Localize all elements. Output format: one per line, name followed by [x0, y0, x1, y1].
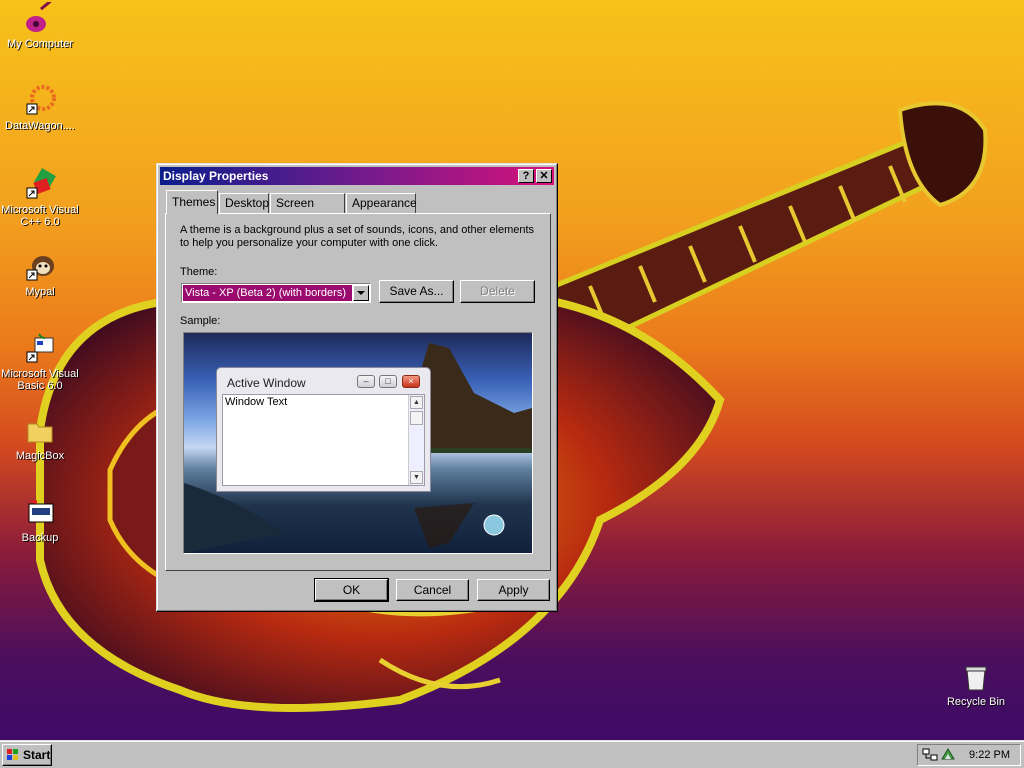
clock[interactable]: 9:22 PM: [969, 749, 1010, 761]
start-label: Start: [23, 748, 51, 762]
scroll-up-icon: ▲: [410, 396, 423, 409]
preview-window-text: Window Text: [225, 396, 288, 408]
desktop-icon-label: DataWagon....: [5, 120, 75, 132]
theme-label: Theme:: [180, 266, 218, 278]
dialog-title: Display Properties: [163, 169, 269, 183]
mypal-shortcut-icon: [23, 250, 57, 284]
preview-window-title: Active Window: [227, 376, 306, 390]
minimize-icon: –: [357, 375, 375, 388]
datawagon-shortcut-icon: [23, 84, 57, 118]
start-button[interactable]: Start: [2, 744, 52, 766]
desktop-icon-visual-basic[interactable]: Microsoft Visual Basic 6.0: [0, 332, 80, 392]
desktop-icon-label: Mypal: [25, 286, 55, 298]
tab-themes[interactable]: Themes: [166, 190, 218, 214]
taskbar: Start 9:22 PM: [0, 740, 1024, 768]
dialog-title-bar[interactable]: Display Properties ? ✕: [160, 167, 554, 185]
desktop-icon-label: Microsoft Visual C++ 6.0: [1, 204, 79, 228]
preview-active-window: Active Window – □ × Window Text ▲ ▼: [216, 367, 431, 492]
network-icon[interactable]: [922, 748, 938, 762]
ok-button[interactable]: OK: [314, 578, 389, 602]
shortcut-tray-icon[interactable]: [940, 747, 956, 763]
windows-logo-icon: [7, 749, 18, 760]
visual-cpp-shortcut-icon: [23, 168, 57, 202]
scroll-down-icon: ▼: [410, 471, 423, 484]
desktop-icon-recycle-bin[interactable]: Recycle Bin: [936, 660, 1016, 708]
apply-button[interactable]: Apply: [477, 579, 550, 601]
tab-screen-saver[interactable]: Screen Saver: [270, 193, 345, 228]
close-icon: ×: [402, 375, 420, 388]
preview-window-body: Window Text ▲ ▼: [222, 394, 425, 486]
desktop-icon-label: My Computer: [6, 38, 74, 50]
delete-button[interactable]: Delete: [460, 280, 535, 303]
preview-scrollbar: ▲ ▼: [408, 395, 424, 485]
system-tray: 9:22 PM: [917, 744, 1021, 766]
desktop-icon-label: MagicBox: [15, 450, 65, 462]
chevron-down-icon[interactable]: [353, 285, 369, 301]
save-as-button[interactable]: Save As...: [379, 280, 454, 303]
desktop-icon-backup[interactable]: Backup: [0, 496, 80, 544]
visual-basic-shortcut-icon: [23, 332, 57, 366]
tab-desktop[interactable]: Desktop: [219, 193, 269, 213]
recycle-bin-icon: [959, 660, 993, 694]
help-button[interactable]: ?: [518, 169, 534, 183]
scroll-thumb: [410, 411, 423, 425]
desktop-icon-label: Backup: [21, 532, 59, 544]
folder-icon: [23, 414, 57, 448]
tab-appearance[interactable]: Appearance: [346, 193, 417, 213]
theme-description-line2: to help you personalize your computer wi…: [180, 237, 439, 249]
desktop-icon-label: Microsoft Visual Basic 6.0: [1, 368, 79, 392]
cancel-button[interactable]: Cancel: [396, 579, 469, 601]
desktop-icon-my-computer[interactable]: My Computer: [0, 0, 80, 50]
desktop-icon-mypal[interactable]: Mypal: [0, 250, 80, 298]
theme-dropdown[interactable]: Vista - XP (Beta 2) (with borders): [181, 283, 371, 303]
desktop-icon-visual-cpp[interactable]: Microsoft Visual C++ 6.0: [0, 168, 80, 228]
theme-dropdown-value: Vista - XP (Beta 2) (with borders): [183, 285, 352, 301]
theme-description-line1: A theme is a background plus a set of so…: [180, 224, 535, 236]
maximize-icon: □: [379, 375, 397, 388]
close-button[interactable]: ✕: [536, 169, 552, 183]
guitar-icon: [23, 0, 57, 36]
sample-label: Sample:: [180, 315, 221, 327]
desktop-icon-datawagon[interactable]: DataWagon....: [0, 84, 80, 132]
desktop-icon-magicbox[interactable]: MagicBox: [0, 414, 80, 462]
desktop-icon-label: Recycle Bin: [946, 696, 1006, 708]
backup-icon: [23, 496, 57, 530]
